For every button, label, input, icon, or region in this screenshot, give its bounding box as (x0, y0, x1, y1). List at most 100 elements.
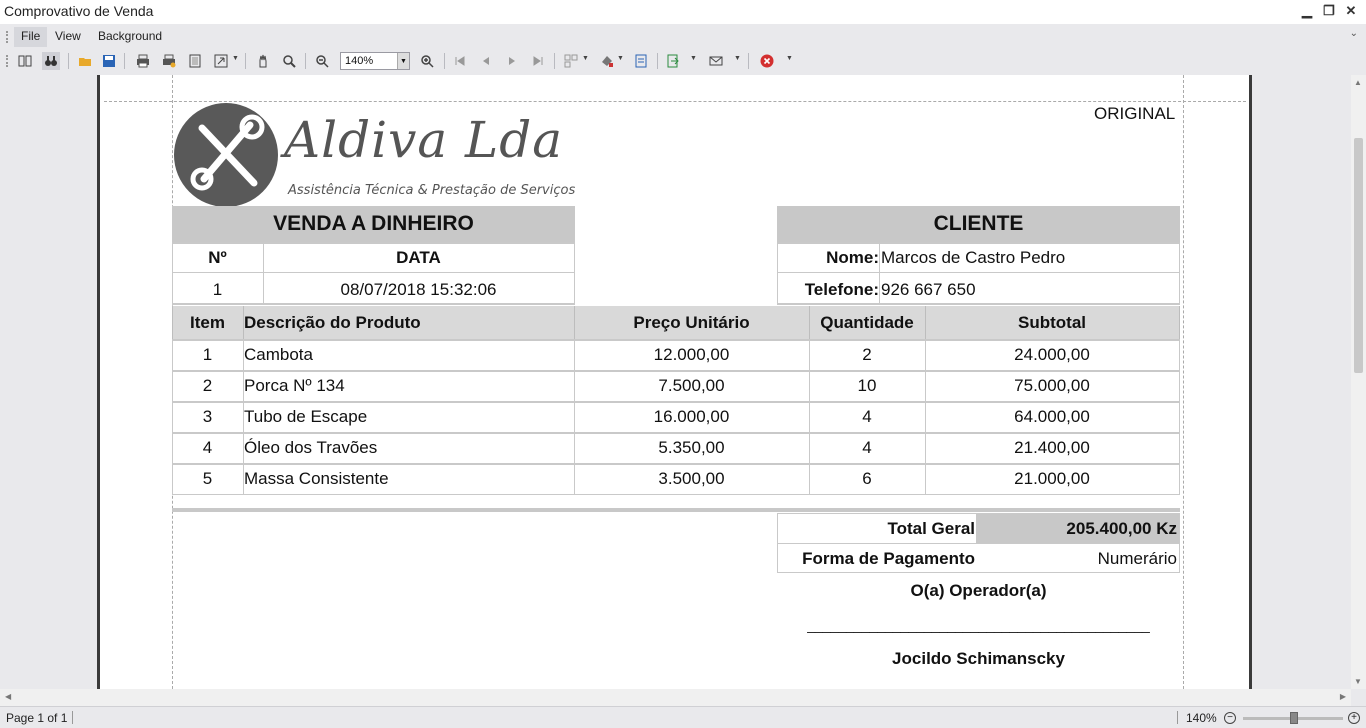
client-title: CLIENTE (933, 212, 1024, 235)
client-phone: 926 667 650 (881, 280, 976, 299)
total-value: 205.400,00 Kz (1066, 519, 1177, 538)
item-description: Óleo dos Travões (244, 438, 378, 457)
logo-brand: Aldiva Lda (284, 111, 564, 169)
export-icon[interactable] (664, 52, 682, 70)
payment-value: Numerário (1097, 549, 1177, 568)
next-page-icon[interactable] (503, 52, 521, 70)
last-page-icon[interactable] (529, 52, 547, 70)
client-phone-label: Telefone: (804, 280, 879, 299)
total-label: Total Geral (887, 519, 975, 538)
col-subtotal: Subtotal (1018, 313, 1086, 332)
chevron-down-icon[interactable]: ▼ (786, 55, 793, 62)
magnifier-icon[interactable] (280, 52, 298, 70)
col-item: Item (190, 313, 225, 332)
item-subtotal: 21.000,00 (1014, 469, 1090, 488)
watermark-icon[interactable] (632, 52, 650, 70)
chevron-down-icon[interactable]: ▼ (397, 53, 409, 69)
original-label: ORIGINAL (1094, 104, 1176, 123)
sale-date: 08/07/2018 15:32:06 (340, 280, 497, 299)
item-description: Massa Consistente (244, 469, 389, 488)
grip-icon (6, 31, 8, 43)
item-unit-price: 16.000,00 (653, 407, 730, 426)
item-number: 1 (202, 345, 213, 364)
zoom-out-icon[interactable]: − (1224, 712, 1236, 724)
open-folder-icon[interactable] (76, 52, 94, 70)
preview-viewport[interactable]: ORIGINAL Aldiva Lda Assistência Técnica … (0, 75, 1351, 689)
sale-no: 1 (212, 280, 223, 299)
title-bar: Comprovativo de Venda ▁ ❐ ✕ (0, 0, 1366, 24)
close-preview-icon[interactable] (758, 52, 776, 70)
minimize-icon[interactable]: ▁ (1298, 2, 1316, 20)
item-quantity: 10 (857, 376, 877, 395)
background-color-icon[interactable] (598, 52, 616, 70)
zoom-out-icon[interactable] (313, 52, 331, 70)
restore-icon[interactable]: ❐ (1320, 2, 1338, 20)
item-quantity: 4 (862, 438, 872, 457)
scroll-right-icon[interactable]: ▶ (1340, 692, 1346, 701)
col-price: Preço Unitário (633, 313, 750, 332)
menu-view[interactable]: View (48, 27, 88, 47)
chevron-down-icon[interactable]: ▼ (690, 55, 697, 62)
scroll-up-icon[interactable]: ▲ (1354, 78, 1362, 87)
item-description: Porca Nº 134 (244, 376, 345, 395)
item-number: 2 (202, 376, 213, 395)
operator-label: O(a) Operador(a) (910, 581, 1047, 600)
menu-file[interactable]: File (14, 27, 48, 47)
grip-icon (6, 55, 8, 67)
vertical-scrollbar[interactable]: ▲ ▼ (1351, 75, 1366, 689)
zoom-in-icon[interactable]: + (1348, 712, 1360, 724)
window-title: Comprovativo de Venda (4, 3, 154, 19)
col-desc: Descrição do Produto (244, 313, 421, 332)
hand-tool-icon[interactable] (254, 52, 272, 70)
company-logo: Aldiva Lda Assistência Técnica & Prestaç… (172, 103, 582, 207)
scale-icon[interactable] (212, 52, 230, 70)
document-map-icon[interactable] (16, 52, 34, 70)
sale-date-label: DATA (396, 248, 441, 267)
chevron-down-icon[interactable]: ▼ (232, 55, 239, 62)
item-subtotal: 24.000,00 (1014, 345, 1090, 364)
col-qty: Quantidade (820, 313, 914, 332)
previous-page-icon[interactable] (477, 52, 495, 70)
chevron-down-icon[interactable]: ▼ (734, 55, 741, 62)
item-number: 4 (202, 438, 213, 457)
print-icon[interactable] (134, 52, 152, 70)
item-quantity: 6 (862, 469, 872, 488)
chevron-down-icon[interactable]: ⌄ (1350, 28, 1358, 39)
zoom-value: 140% (345, 55, 374, 67)
chevron-down-icon[interactable]: ▼ (582, 55, 589, 62)
item-description: Tubo de Escape (244, 407, 368, 426)
scroll-down-icon[interactable]: ▼ (1354, 677, 1362, 686)
menu-background[interactable]: Background (91, 27, 169, 47)
scroll-thumb[interactable] (1354, 138, 1363, 373)
zoom-slider-thumb[interactable] (1290, 712, 1298, 724)
close-icon[interactable]: ✕ (1342, 2, 1360, 20)
page-setup-icon[interactable] (186, 52, 204, 70)
item-subtotal: 64.000,00 (1014, 407, 1090, 426)
binoculars-icon[interactable] (42, 52, 60, 70)
logo-tagline: Assistência Técnica & Prestação de Servi… (288, 183, 576, 198)
item-unit-price: 7.500,00 (658, 376, 725, 395)
zoom-select[interactable]: 140% ▼ (340, 52, 410, 70)
zoom-in-icon[interactable] (418, 52, 436, 70)
sale-title: VENDA A DINHEIRO (273, 212, 474, 235)
item-unit-price: 5.350,00 (658, 438, 725, 457)
item-quantity: 2 (862, 345, 872, 364)
operator-name: Jocildo Schimanscky (892, 649, 1065, 668)
page-indicator: Page 1 of 1 (6, 711, 68, 725)
status-bar: Page 1 of 1 140% − + (0, 706, 1366, 728)
zoom-level: 140% (1186, 711, 1217, 725)
payment-label: Forma de Pagamento (802, 549, 975, 568)
email-icon[interactable] (707, 52, 725, 70)
quick-print-icon[interactable] (160, 52, 178, 70)
save-icon[interactable] (100, 52, 118, 70)
item-quantity: 4 (862, 407, 872, 426)
signature-line: ________________________________________… (807, 617, 1150, 633)
first-page-icon[interactable] (451, 52, 469, 70)
horizontal-scrollbar[interactable]: ◀ ▶ (0, 689, 1351, 706)
sale-no-label: Nº (208, 248, 227, 267)
scroll-left-icon[interactable]: ◀ (5, 692, 11, 701)
client-name-label: Nome: (826, 248, 879, 267)
chevron-down-icon[interactable]: ▼ (617, 55, 624, 62)
item-description: Cambota (244, 345, 313, 364)
multiple-pages-icon[interactable] (562, 52, 580, 70)
